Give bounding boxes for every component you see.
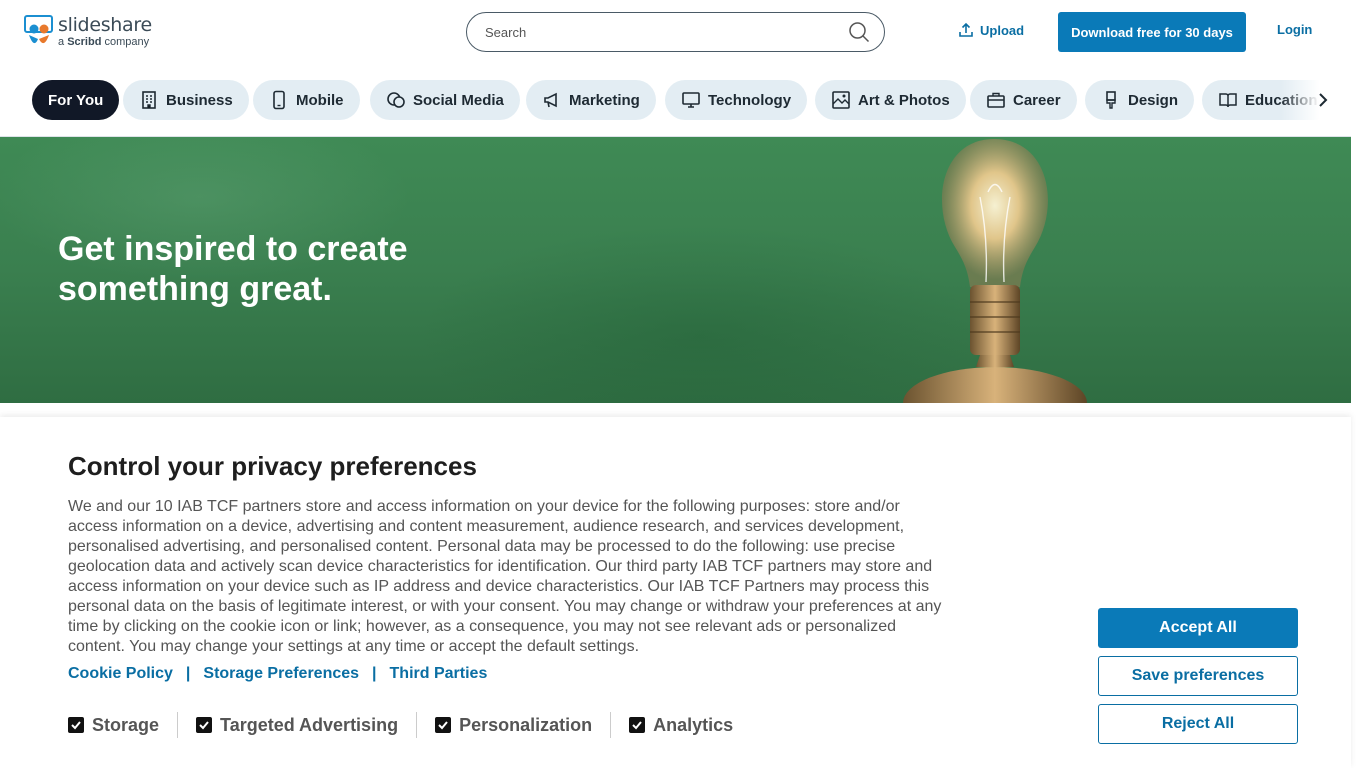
- analytics-checkbox[interactable]: Analytics: [629, 715, 733, 736]
- category-marketing[interactable]: Marketing: [526, 80, 656, 120]
- consent-checkboxes: Storage Targeted Advertising Personaliza…: [68, 712, 733, 738]
- privacy-body-text: We and our 10 IAB TCF partners store and…: [68, 498, 942, 655]
- hero-title: Get inspired to create something great.: [58, 230, 408, 308]
- top-header: slideshare a Scribd company Upload Downl…: [0, 0, 1351, 62]
- category-technology[interactable]: Technology: [665, 80, 808, 120]
- checkbox-divider: [610, 712, 612, 738]
- category-label: Mobile: [296, 91, 344, 109]
- phone-icon: [273, 90, 285, 110]
- category-mobile[interactable]: Mobile: [253, 80, 360, 120]
- category-label: Art & Photos: [858, 91, 950, 109]
- link-separator: |: [372, 665, 377, 682]
- reject-all-button[interactable]: Reject All: [1098, 704, 1298, 744]
- upload-icon: [959, 22, 973, 37]
- building-icon: [142, 91, 156, 109]
- third-parties-link[interactable]: Third Parties: [390, 665, 488, 683]
- search-input[interactable]: [483, 23, 848, 41]
- book-icon: [1219, 93, 1237, 108]
- checkbox-label: Personalization: [459, 714, 593, 735]
- checkbox-divider: [177, 712, 179, 738]
- category-label: Social Media: [413, 91, 504, 109]
- category-label: Business: [166, 91, 233, 109]
- category-career[interactable]: Career: [970, 80, 1077, 120]
- save-preferences-button[interactable]: Save preferences: [1098, 656, 1298, 696]
- search-box[interactable]: [466, 12, 885, 52]
- privacy-title: Control your privacy preferences: [68, 451, 477, 481]
- cookie-policy-link[interactable]: Cookie Policy: [68, 665, 173, 683]
- checkbox-label: Analytics: [653, 714, 734, 735]
- checkbox-label: Targeted Advertising: [220, 714, 399, 735]
- monitor-icon: [682, 92, 700, 108]
- checkbox-label: Storage: [92, 714, 160, 735]
- storage-checkbox[interactable]: Storage: [68, 715, 159, 736]
- checkbox-checked-icon[interactable]: [435, 717, 452, 733]
- briefcase-icon: [987, 92, 1005, 108]
- checkbox-checked-icon[interactable]: [68, 717, 84, 733]
- targeted-advertising-checkbox[interactable]: Targeted Advertising: [196, 715, 398, 736]
- upload-link[interactable]: Upload: [958, 22, 1024, 38]
- category-label: Marketing: [569, 91, 640, 109]
- logo-subtitle: a Scribd company: [58, 36, 150, 48]
- checkbox-divider: [416, 712, 418, 738]
- login-link[interactable]: Login: [1277, 22, 1312, 37]
- upload-label: Upload: [980, 22, 1025, 38]
- accept-all-button[interactable]: Accept All: [1098, 608, 1298, 648]
- category-for-you[interactable]: For You: [32, 80, 120, 120]
- chevron-right-icon[interactable]: [1314, 91, 1332, 109]
- category-label: Technology: [708, 91, 792, 109]
- image-icon: [832, 91, 850, 109]
- category-design[interactable]: Design: [1085, 80, 1195, 120]
- hero-banner: Get inspired to create something great.: [0, 137, 1351, 403]
- personalization-checkbox[interactable]: Personalization: [435, 715, 592, 736]
- category-label: Career: [1013, 91, 1061, 109]
- category-art-photos[interactable]: Art & Photos: [815, 80, 966, 120]
- storage-preferences-link[interactable]: Storage Preferences: [203, 665, 359, 683]
- category-social-media[interactable]: Social Media: [370, 80, 520, 120]
- checkbox-checked-icon[interactable]: [629, 717, 646, 733]
- download-free-button[interactable]: Download free for 30 days: [1058, 12, 1246, 52]
- chat-icon: [387, 92, 405, 108]
- category-bar: For You Business Mobile Social Media Mar…: [0, 78, 1351, 122]
- lightbulb-image: [903, 139, 1087, 403]
- privacy-links: Cookie Policy | Storage Preferences | Th…: [68, 665, 487, 683]
- link-separator: |: [185, 665, 191, 682]
- checkbox-checked-icon[interactable]: [196, 717, 213, 733]
- logo-icon: [24, 15, 53, 44]
- category-label: For You: [48, 91, 104, 109]
- megaphone-icon: [544, 92, 557, 108]
- slideshare-logo[interactable]: slideshare a Scribd company: [24, 15, 152, 49]
- category-business[interactable]: Business: [123, 80, 249, 120]
- search-icon[interactable]: [848, 21, 870, 43]
- privacy-preferences-panel: Control your privacy preferences We and …: [0, 417, 1351, 768]
- brush-icon: [1106, 91, 1116, 109]
- category-label: Design: [1128, 91, 1179, 109]
- logo-wordmark: slideshare: [58, 14, 152, 36]
